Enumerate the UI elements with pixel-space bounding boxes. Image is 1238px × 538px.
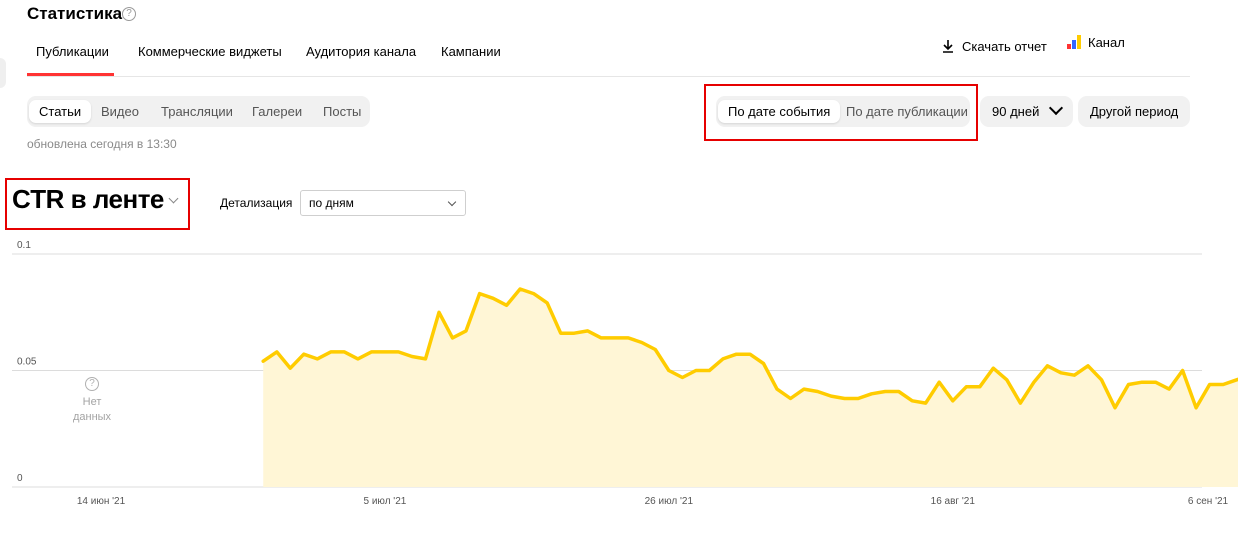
ctr-chart: 0.1 0.05 0 14 июн '21 5 июл '21 26 июл '21 16 … [12, 240, 1238, 507]
content-type-switch: Статьи Видео Трансляции Галереи Посты [27, 96, 370, 127]
chevron-down-icon [1049, 100, 1064, 116]
download-icon [943, 40, 953, 53]
y-tick-label: 0 [17, 473, 23, 484]
highlight-box-date-mode [704, 84, 978, 141]
channel-icon [1067, 35, 1083, 49]
detail-label: Детализация [220, 196, 293, 210]
download-report-button[interactable]: Скачать отчет [940, 38, 1047, 54]
other-period-button[interactable]: Другой период [1078, 96, 1191, 127]
page-title: Статистика [27, 4, 123, 23]
series-area [263, 289, 1238, 487]
x-tick-label: 14 июн '21 [77, 496, 126, 507]
x-tick-label: 16 авг '21 [931, 496, 976, 507]
highlight-box-metric [5, 178, 190, 230]
x-tick-label: 26 июл '21 [645, 496, 694, 507]
period-select-value: 90 дней [992, 104, 1040, 119]
help-icon: ? [85, 377, 99, 391]
updated-timestamp: обновлена сегодня в 13:30 [27, 137, 177, 151]
content-type-articles[interactable]: Статьи [29, 100, 92, 123]
header-divider [27, 76, 1190, 77]
tab-publications[interactable]: Публикации [36, 44, 109, 59]
content-type-posts[interactable]: Посты [313, 100, 371, 123]
period-select[interactable]: 90 дней [980, 96, 1074, 127]
detail-select-value: по дням [309, 196, 354, 210]
tab-campaigns[interactable]: Кампании [441, 44, 501, 59]
no-data-placeholder: ? Нет данных [66, 377, 118, 425]
help-icon[interactable]: ? [122, 7, 136, 21]
content-type-video[interactable]: Видео [91, 100, 149, 123]
tab-channel-audience[interactable]: Аудитория канала [306, 44, 416, 59]
x-tick-label: 5 июл '21 [363, 496, 406, 507]
channel-button[interactable]: Канал [1067, 35, 1125, 50]
download-report-label: Скачать отчет [962, 39, 1047, 54]
y-tick-label: 0.05 [17, 357, 37, 368]
channel-label: Канал [1088, 35, 1125, 50]
no-data-line2: данных [72, 411, 112, 423]
no-data-line1: Нет [82, 396, 102, 408]
content-type-galleries[interactable]: Галереи [242, 100, 312, 123]
detail-select[interactable]: по дням [300, 190, 466, 216]
content-type-broadcasts[interactable]: Трансляции [151, 100, 243, 123]
tab-commercial-widgets[interactable]: Коммерческие виджеты [138, 44, 282, 59]
x-tick-label: 6 сен '21 [1188, 496, 1229, 507]
chevron-down-icon [447, 197, 457, 207]
side-panel-handle[interactable] [0, 58, 6, 88]
y-tick-label: 0.1 [17, 240, 31, 251]
